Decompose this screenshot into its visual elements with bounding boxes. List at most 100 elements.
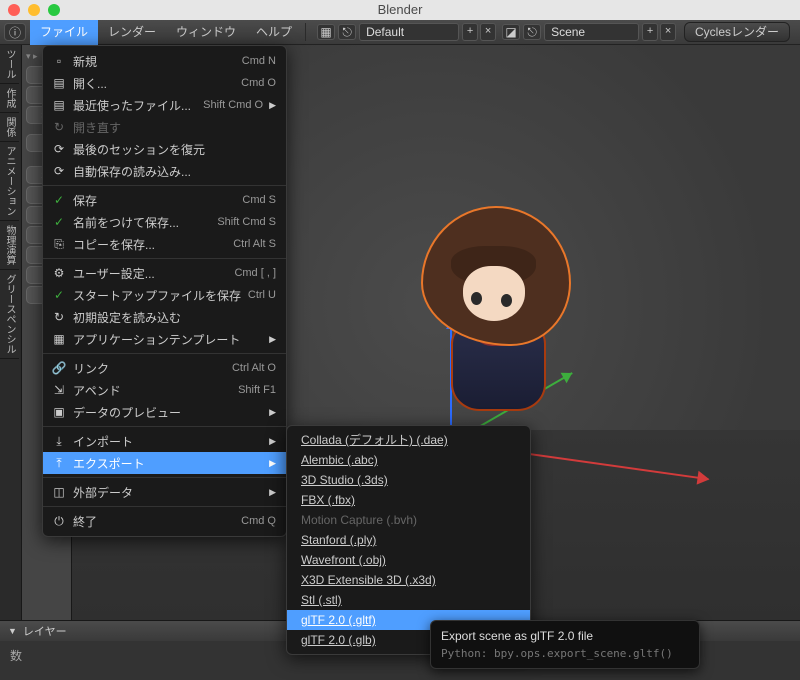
export-3ds[interactable]: 3D Studio (.3ds) xyxy=(287,470,530,490)
minimize-window-button[interactable] xyxy=(28,4,40,16)
menu-item-label: 名前をつけて保存... xyxy=(73,214,217,231)
scene-delete-button[interactable]: × xyxy=(660,23,676,41)
file-save[interactable]: ✓ 保存 Cmd S xyxy=(43,189,286,211)
file-data-preview[interactable]: ▣ データのプレビュー ▶ xyxy=(43,401,286,423)
menu-item-label: 最近使ったファイル... xyxy=(73,97,203,114)
export-obj[interactable]: Wavefront (.obj) xyxy=(287,550,530,570)
disclosure-triangle-icon[interactable]: ▼ xyxy=(8,626,17,636)
layout-add-button[interactable]: + xyxy=(462,23,478,41)
append-icon: ⇲ xyxy=(51,383,67,397)
file-quit[interactable]: ⏻ 終了 Cmd Q xyxy=(43,510,286,532)
toolshelf-tab-physics[interactable]: 物理演算 xyxy=(0,221,19,270)
panel-label: 数 xyxy=(10,649,22,663)
submenu-arrow-icon: ▶ xyxy=(269,487,276,498)
layout-grid-icon: ▦ xyxy=(317,24,335,40)
package-icon: ◫ xyxy=(51,485,67,499)
export-ply[interactable]: Stanford (.ply) xyxy=(287,530,530,550)
export-fbx[interactable]: FBX (.fbx) xyxy=(287,490,530,510)
info-editor-icon[interactable]: ⓘ xyxy=(4,23,26,41)
toolshelf-tab-create[interactable]: 作成 xyxy=(0,84,19,113)
menu-separator xyxy=(43,185,286,186)
file-recover-last[interactable]: ⟳ 最後のセッションを復元 xyxy=(43,138,286,160)
export-icon: ⤒ xyxy=(51,456,67,471)
menu-item-label: アプリケーションテンプレート xyxy=(73,331,263,348)
file-open[interactable]: ▤ 開く... Cmd O xyxy=(43,72,286,94)
zoom-window-button[interactable] xyxy=(48,4,60,16)
screen-layout-selector[interactable]: ▦ ⎋ Default + × xyxy=(317,23,496,41)
file-recover-auto[interactable]: ⟳ 自動保存の読み込み... xyxy=(43,160,286,182)
menubar-separator xyxy=(305,23,306,41)
scene-add-button[interactable]: + xyxy=(642,23,658,41)
menu-item-label: ユーザー設定... xyxy=(73,265,234,282)
close-window-button[interactable] xyxy=(8,4,20,16)
export-x3d[interactable]: X3D Extensible 3D (.x3d) xyxy=(287,570,530,590)
file-save-as[interactable]: ✓ 名前をつけて保存... Shift Cmd S xyxy=(43,211,286,233)
file-menu-dropdown: ▫ 新規 Cmd N ▤ 開く... Cmd O ▤ 最近使ったファイル... … xyxy=(42,45,287,537)
menu-item-label: 外部データ xyxy=(73,484,263,501)
menu-window[interactable]: ウィンドウ xyxy=(166,20,246,45)
toolshelf-tab-gpencil[interactable]: グリースペンシル xyxy=(0,270,19,359)
toolshelf-tab-animation[interactable]: アニメーション xyxy=(0,142,19,221)
menu-item-label: Wavefront (.obj) xyxy=(301,553,386,567)
file-user-prefs[interactable]: ⚙ ユーザー設定... Cmd [ , ] xyxy=(43,262,286,284)
tooltip-title: Export scene as glTF 2.0 file xyxy=(441,629,689,643)
preview-icon: ▣ xyxy=(51,405,67,419)
submenu-arrow-icon: ▶ xyxy=(269,458,276,469)
export-bvh: Motion Capture (.bvh) xyxy=(287,510,530,530)
menu-item-shortcut: Ctrl U xyxy=(248,289,276,301)
menu-item-label: Alembic (.abc) xyxy=(301,453,378,467)
menu-item-label: エクスポート xyxy=(73,455,263,472)
file-link[interactable]: 🔗 リンク Ctrl Alt O xyxy=(43,357,286,379)
menu-separator xyxy=(43,353,286,354)
import-icon: ⤓ xyxy=(51,434,67,449)
recover-icon: ⟳ xyxy=(51,164,67,178)
toolshelf-tab-tools[interactable]: ツール xyxy=(0,45,19,84)
menu-item-label: Collada (デフォルト) (.dae) xyxy=(301,433,448,447)
menu-help[interactable]: ヘルプ xyxy=(246,20,302,45)
export-collada[interactable]: Collada (デフォルト) (.dae) xyxy=(287,430,530,450)
menu-separator xyxy=(43,506,286,507)
tooltip: Export scene as glTF 2.0 file Python: bp… xyxy=(430,620,700,669)
menu-item-shortcut: Ctrl Alt O xyxy=(232,362,276,374)
submenu-arrow-icon: ▶ xyxy=(269,407,276,418)
file-save-copy[interactable]: ⎘ コピーを保存... Ctrl Alt S xyxy=(43,233,286,255)
menu-item-label: 終了 xyxy=(73,513,241,530)
file-save-startup[interactable]: ✓ スタートアップファイルを保存 Ctrl U xyxy=(43,284,286,306)
menu-separator xyxy=(43,258,286,259)
export-alembic[interactable]: Alembic (.abc) xyxy=(287,450,530,470)
menu-item-label: 開く... xyxy=(73,75,241,92)
recover-icon: ⟳ xyxy=(51,142,67,156)
power-icon: ⏻ xyxy=(51,514,67,529)
scene-selector[interactable]: ◪ ⎋ Scene + × xyxy=(502,23,676,41)
file-app-templates[interactable]: ▦ アプリケーションテンプレート ▶ xyxy=(43,328,286,350)
menu-item-shortcut: Shift F1 xyxy=(238,384,276,396)
window-title: Blender xyxy=(378,2,423,17)
scene-name-field[interactable]: Scene xyxy=(544,23,639,41)
file-import[interactable]: ⤓ インポート ▶ xyxy=(43,430,286,452)
menu-item-label: 自動保存の読み込み... xyxy=(73,163,276,180)
menu-item-shortcut: Cmd O xyxy=(241,77,276,89)
file-export[interactable]: ⤒ エクスポート ▶ xyxy=(43,452,286,474)
menu-file[interactable]: ファイル xyxy=(30,20,98,45)
menu-item-label: 開き直す xyxy=(73,119,276,136)
folder-icon: ▤ xyxy=(51,76,67,90)
layout-name-field[interactable]: Default xyxy=(359,23,459,41)
file-load-factory[interactable]: ↻ 初期設定を読み込む xyxy=(43,306,286,328)
file-external-data[interactable]: ◫ 外部データ ▶ xyxy=(43,481,286,503)
export-stl[interactable]: Stl (.stl) xyxy=(287,590,530,610)
file-open-recent[interactable]: ▤ 最近使ったファイル... Shift Cmd O ▶ xyxy=(43,94,286,116)
file-revert: ↻ 開き直す xyxy=(43,116,286,138)
mesh-object-character[interactable] xyxy=(421,206,571,436)
menu-render[interactable]: レンダー xyxy=(98,20,166,45)
folder-icon: ▤ xyxy=(51,98,67,112)
file-append[interactable]: ⇲ アペンド Shift F1 xyxy=(43,379,286,401)
layout-delete-button[interactable]: × xyxy=(480,23,496,41)
menu-item-shortcut: Shift Cmd S xyxy=(217,216,276,228)
toolshelf-tab-relations[interactable]: 関係 xyxy=(0,113,19,142)
menu-item-label: コピーを保存... xyxy=(73,236,233,253)
render-engine-selector[interactable]: Cyclesレンダー xyxy=(684,22,790,42)
menu-item-label: アペンド xyxy=(73,382,238,399)
file-new[interactable]: ▫ 新規 Cmd N xyxy=(43,50,286,72)
gear-icon: ⚙ xyxy=(51,266,67,280)
layout-link-icon: ⎋ xyxy=(338,24,356,40)
